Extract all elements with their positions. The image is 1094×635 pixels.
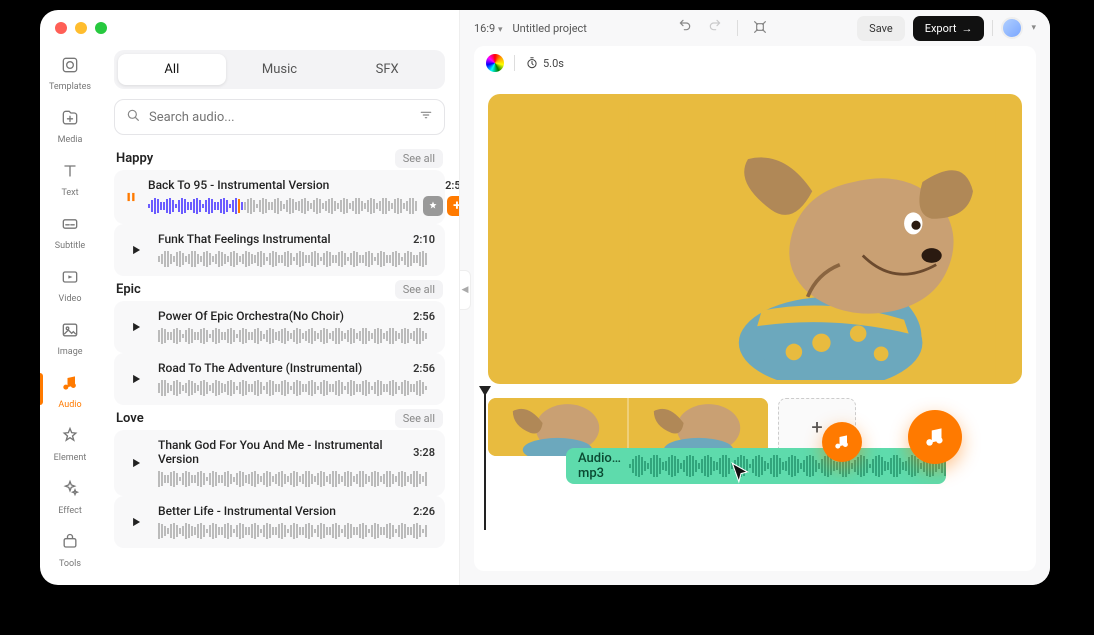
audio-track[interactable]: Thank God For You And Me - Instrumental … [114,430,445,496]
element-icon [60,426,80,450]
search-input[interactable] [149,110,410,125]
cursor-icon [728,460,754,490]
track-title: Thank God For You And Me - Instrumental … [158,438,413,466]
favorite-button[interactable] [423,196,443,216]
undo-button[interactable] [677,19,693,38]
see-all-button[interactable]: See all [395,280,443,299]
project-title[interactable]: Untitled project [512,22,586,35]
audio-track[interactable]: Power Of Epic Orchestra(No Choir) 2:56 [114,301,445,353]
audio-track[interactable]: Road To The Adventure (Instrumental) 2:56 [114,353,445,405]
track-title: Power Of Epic Orchestra(No Choir) [158,309,344,323]
templates-icon [60,55,80,79]
track-waveform [148,197,417,215]
track-duration: 3:28 [413,446,435,459]
video-icon [60,267,80,291]
search-bar[interactable] [114,99,445,135]
duration-indicator[interactable]: 5.0s [525,56,564,70]
video-preview[interactable]: GIF [488,94,1022,384]
media-icon [60,108,80,132]
play-button[interactable] [124,238,148,262]
audio-panel: All Music SFX Happy See all Back To 95 - … [100,10,460,585]
save-button[interactable]: Save [857,16,905,41]
audio-waveform [629,455,946,477]
category-title: Love [116,411,144,426]
sidebar-item-media[interactable]: Media [46,101,94,152]
user-menu-chevron[interactable]: ▾ [1031,23,1036,33]
app-window: Templates Media Text Subtitle Video Imag… [40,10,1050,585]
user-avatar[interactable] [1001,17,1023,39]
top-toolbar: 16:9 ▾ Untitled project Save Export→ ▾ [460,10,1050,46]
audio-tabs: All Music SFX [114,50,445,89]
sidebar-item-effect[interactable]: Effect [46,472,94,523]
tab-sfx[interactable]: SFX [333,54,441,85]
play-button[interactable] [124,315,148,339]
sidebar-item-tools[interactable]: Tools [46,525,94,576]
sidebar-item-audio[interactable]: Audio [46,366,94,417]
track-duration: 2:26 [413,505,435,518]
filter-icon[interactable] [418,107,434,127]
nav-sidebar: Templates Media Text Subtitle Video Imag… [40,10,100,585]
sidebar-item-image[interactable]: Image [46,313,94,364]
track-title: Back To 95 - Instrumental Version [148,178,329,192]
audio-track[interactable]: Back To 95 - Instrumental Version2:50 + [114,170,445,224]
playhead[interactable] [484,390,486,530]
track-duration: 2:56 [413,362,435,375]
image-icon [60,320,80,344]
category-title: Happy [116,151,153,166]
color-picker-icon[interactable] [486,54,504,72]
preview-subbar: 5.0s [474,46,1036,80]
play-button[interactable] [124,451,148,475]
pause-button[interactable] [124,185,138,209]
category-title: Epic [116,282,141,297]
canvas-area: GIF + Audio…mp3 [474,80,1036,571]
timeline-audio-clip[interactable]: Audio…mp3 [566,448,946,484]
track-title: Road To The Adventure (Instrumental) [158,361,362,375]
track-title: Better Life - Instrumental Version [158,504,336,518]
preview-content [612,104,1013,380]
track-title: Funk That Feelings Instrumental [158,232,331,246]
text-icon [60,161,80,185]
track-waveform [158,470,435,488]
tab-music[interactable]: Music [226,54,334,85]
audio-icon [60,373,80,397]
see-all-button[interactable]: See all [395,409,443,428]
editor-area: ◀ 16:9 ▾ Untitled project Save Export→ ▾ [460,10,1050,585]
sidebar-item-video[interactable]: Video [46,260,94,311]
track-duration: 2:56 [413,310,435,323]
track-waveform [158,327,435,345]
sidebar-item-templates[interactable]: Templates [46,48,94,99]
audio-track[interactable]: Funk That Feelings Instrumental 2:10 [114,224,445,276]
export-button[interactable]: Export→ [913,16,985,41]
effect-icon [60,479,80,503]
crop-button[interactable] [752,19,768,38]
sidebar-item-subtitle[interactable]: Subtitle [46,207,94,258]
search-icon [125,107,141,127]
redo-button[interactable] [707,19,723,38]
aspect-ratio-selector[interactable]: 16:9 ▾ [474,22,502,35]
window-traffic-lights [55,22,107,34]
track-duration: 2:10 [413,233,435,246]
floating-audio-badge-large[interactable] [908,410,962,464]
panel-collapse-button[interactable]: ◀ [459,270,471,310]
play-button[interactable] [124,367,148,391]
see-all-button[interactable]: See all [395,149,443,168]
tab-all[interactable]: All [118,54,226,85]
floating-audio-badge-small[interactable] [822,422,862,462]
track-waveform [158,379,435,397]
audio-track[interactable]: Better Life - Instrumental Version 2:26 [114,496,445,548]
subtitle-icon [60,214,80,238]
track-waveform [158,522,435,540]
tools-icon [60,532,80,556]
track-duration: 2:50 [445,179,460,192]
sidebar-item-text[interactable]: Text [46,154,94,205]
sidebar-item-element[interactable]: Element [46,419,94,470]
play-button[interactable] [124,510,148,534]
add-track-button[interactable]: + [447,196,460,216]
track-waveform [158,250,435,268]
